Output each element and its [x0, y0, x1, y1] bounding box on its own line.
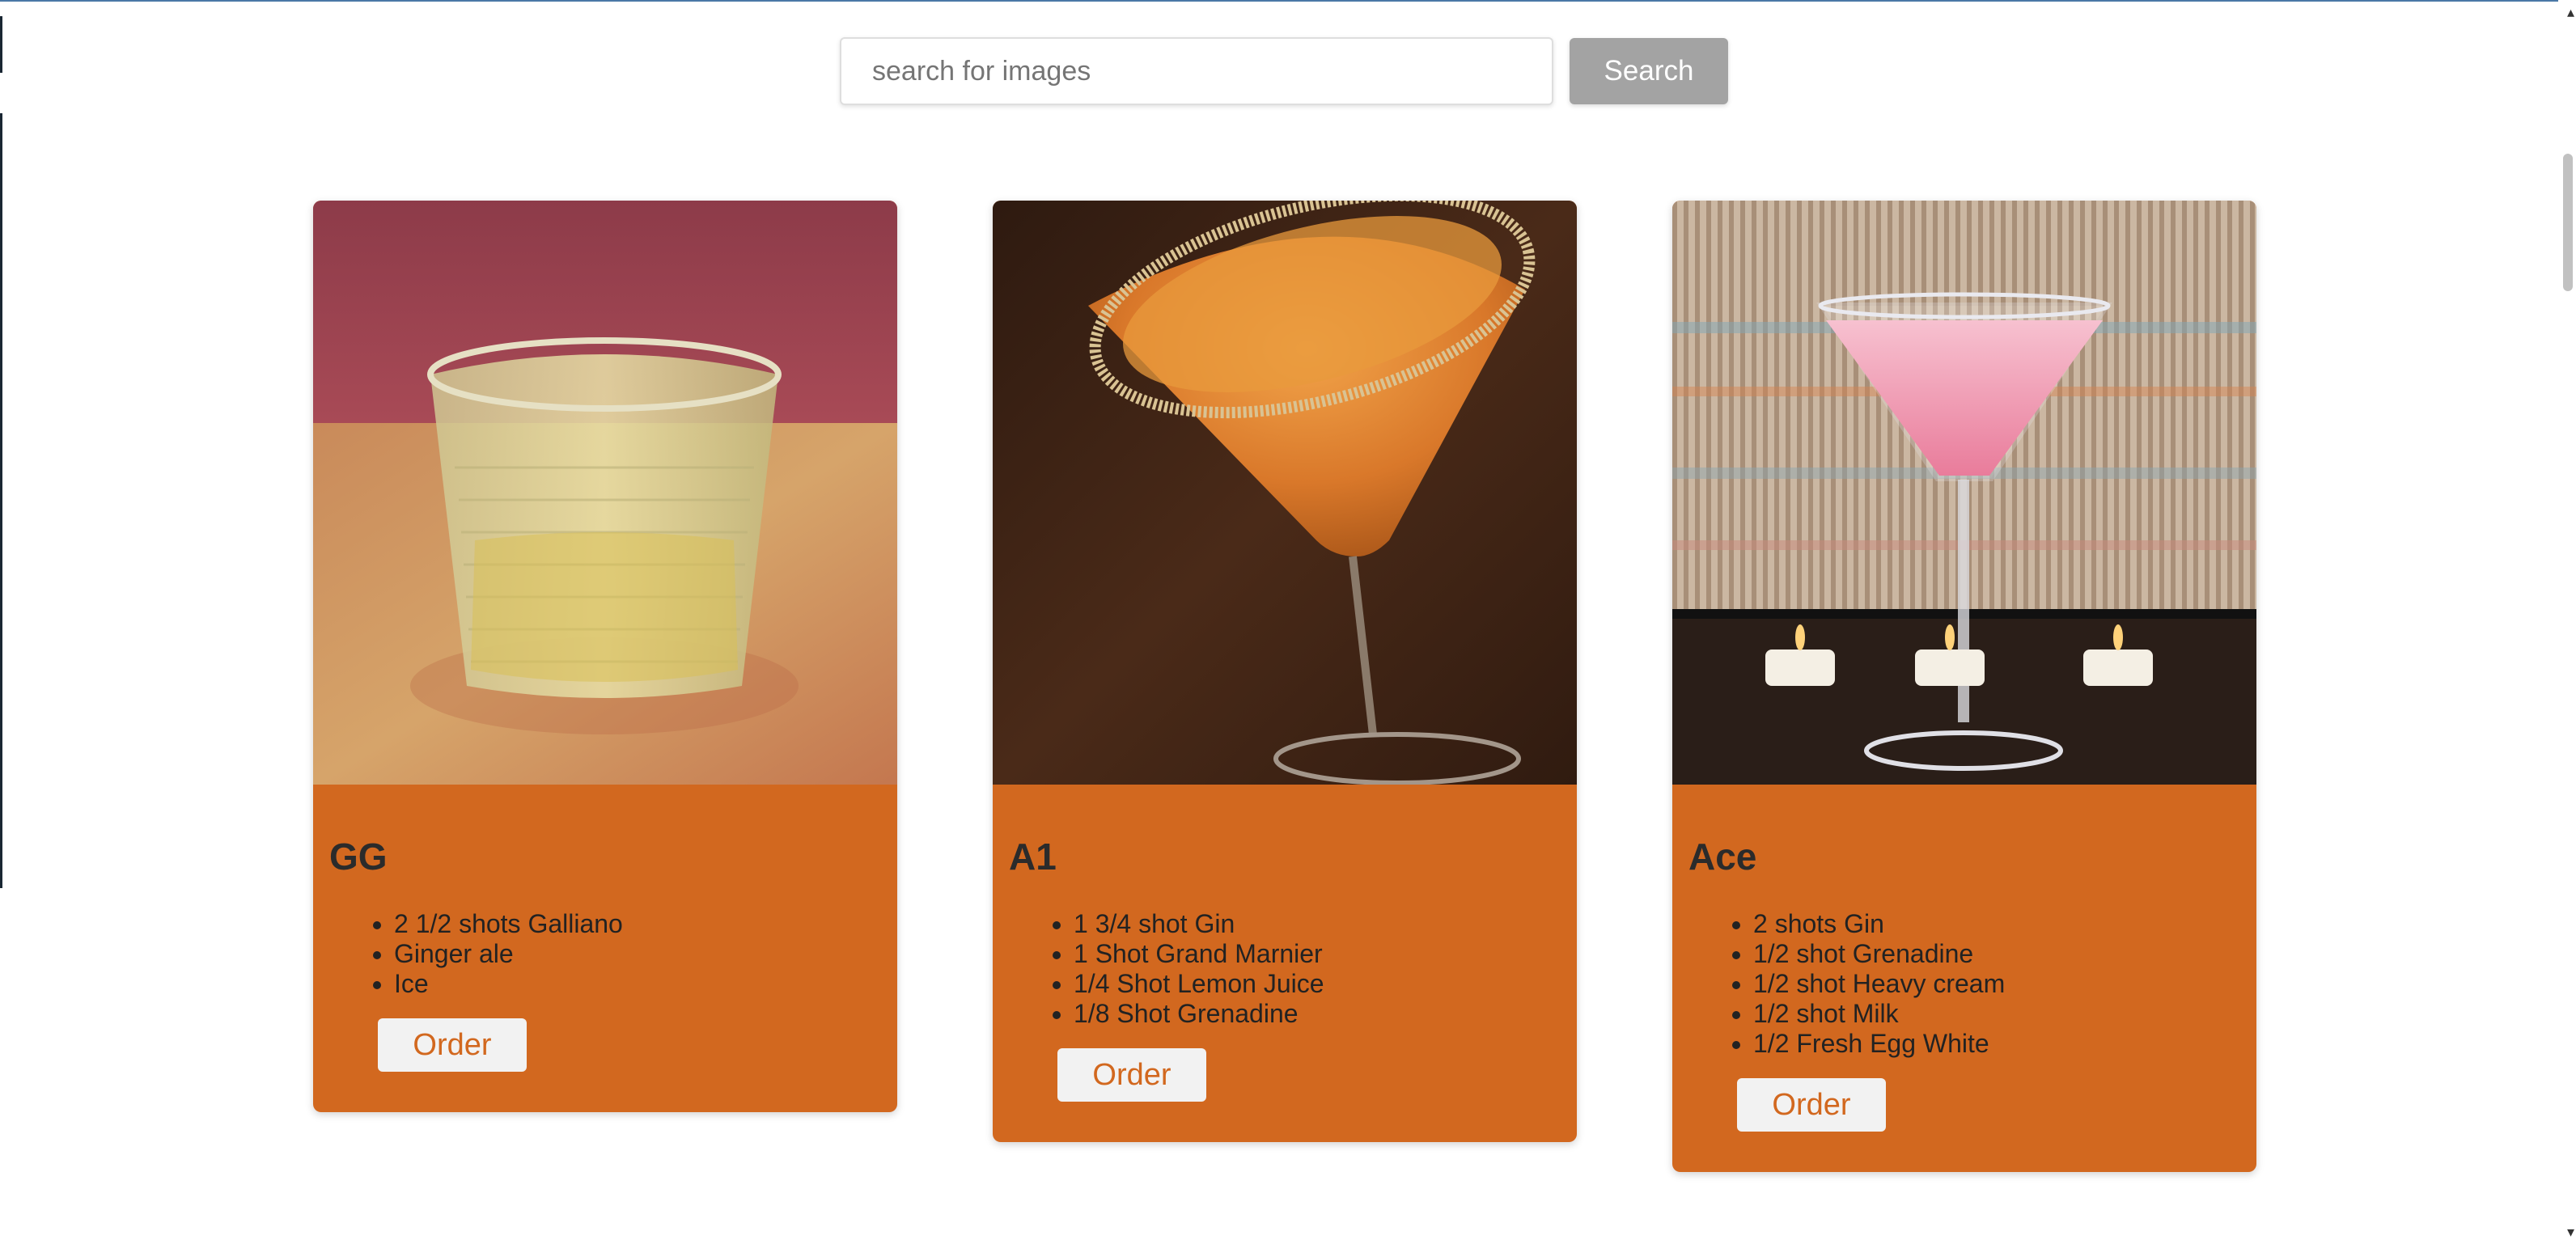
drink-title: Ace [1688, 836, 1757, 878]
order-button[interactable]: Order [1057, 1048, 1206, 1102]
card-body: GG 2 1/2 shots Galliano Ginger ale Ice O… [313, 785, 897, 1112]
card-body: A1 1 3/4 shot Gin 1 Shot Grand Marnier 1… [993, 785, 1577, 1142]
ingredient-item: 1/2 shot Milk [1753, 999, 2240, 1029]
scrollbar-thumb[interactable] [2563, 154, 2573, 291]
card-body: Ace 2 shots Gin 1/2 shot Grenadine 1/2 s… [1672, 785, 2256, 1172]
cocktail-glass-image [993, 201, 1577, 785]
left-edge-bar [0, 113, 2, 888]
drink-card-gg: GG 2 1/2 shots Galliano Ginger ale Ice O… [313, 201, 897, 1112]
ingredients-list: 2 shots Gin 1/2 shot Grenadine 1/2 shot … [1688, 909, 2240, 1059]
order-button[interactable]: Order [378, 1018, 527, 1072]
ingredient-item: 2 1/2 shots Galliano [394, 909, 881, 939]
ingredient-item: 1/2 shot Heavy cream [1753, 969, 2240, 999]
cocktail-glass-image [313, 201, 897, 785]
ingredient-item: 1/2 Fresh Egg White [1753, 1029, 2240, 1059]
ingredient-item: 1/2 shot Grenadine [1753, 939, 2240, 969]
drink-image-ace [1672, 201, 2256, 785]
window-top-border [0, 0, 2576, 2]
ingredient-item: 1/8 Shot Grenadine [1074, 999, 1561, 1029]
left-edge-marker [0, 16, 2, 73]
ingredient-item: Ice [394, 969, 881, 999]
ingredient-item: 1 3/4 shot Gin [1074, 909, 1561, 939]
drink-title: GG [329, 836, 388, 878]
order-button[interactable]: Order [1737, 1078, 1886, 1132]
ingredient-item: 2 shots Gin [1753, 909, 2240, 939]
vertical-scrollbar[interactable]: ▴ ▾ [2558, 0, 2576, 1244]
drink-image-gg [313, 201, 897, 785]
ingredient-item: 1/4 Shot Lemon Juice [1074, 969, 1561, 999]
ingredients-list: 1 3/4 shot Gin 1 Shot Grand Marnier 1/4 … [1009, 909, 1561, 1029]
ingredient-item: 1 Shot Grand Marnier [1074, 939, 1561, 969]
ingredients-list: 2 1/2 shots Galliano Ginger ale Ice [329, 909, 881, 999]
scroll-up-arrow-icon[interactable]: ▴ [2567, 5, 2574, 19]
cocktail-glass-image [1672, 201, 2256, 785]
search-input[interactable] [840, 37, 1553, 105]
drink-title: A1 [1009, 836, 1057, 878]
drink-card-a1: A1 1 3/4 shot Gin 1 Shot Grand Marnier 1… [993, 201, 1577, 1142]
drink-card-ace: Ace 2 shots Gin 1/2 shot Grenadine 1/2 s… [1672, 201, 2256, 1172]
search-bar: Search [840, 37, 1728, 105]
ingredient-item: Ginger ale [394, 939, 881, 969]
search-button[interactable]: Search [1570, 38, 1728, 104]
drink-image-a1 [993, 201, 1577, 785]
scroll-down-arrow-icon[interactable]: ▾ [2567, 1225, 2574, 1239]
